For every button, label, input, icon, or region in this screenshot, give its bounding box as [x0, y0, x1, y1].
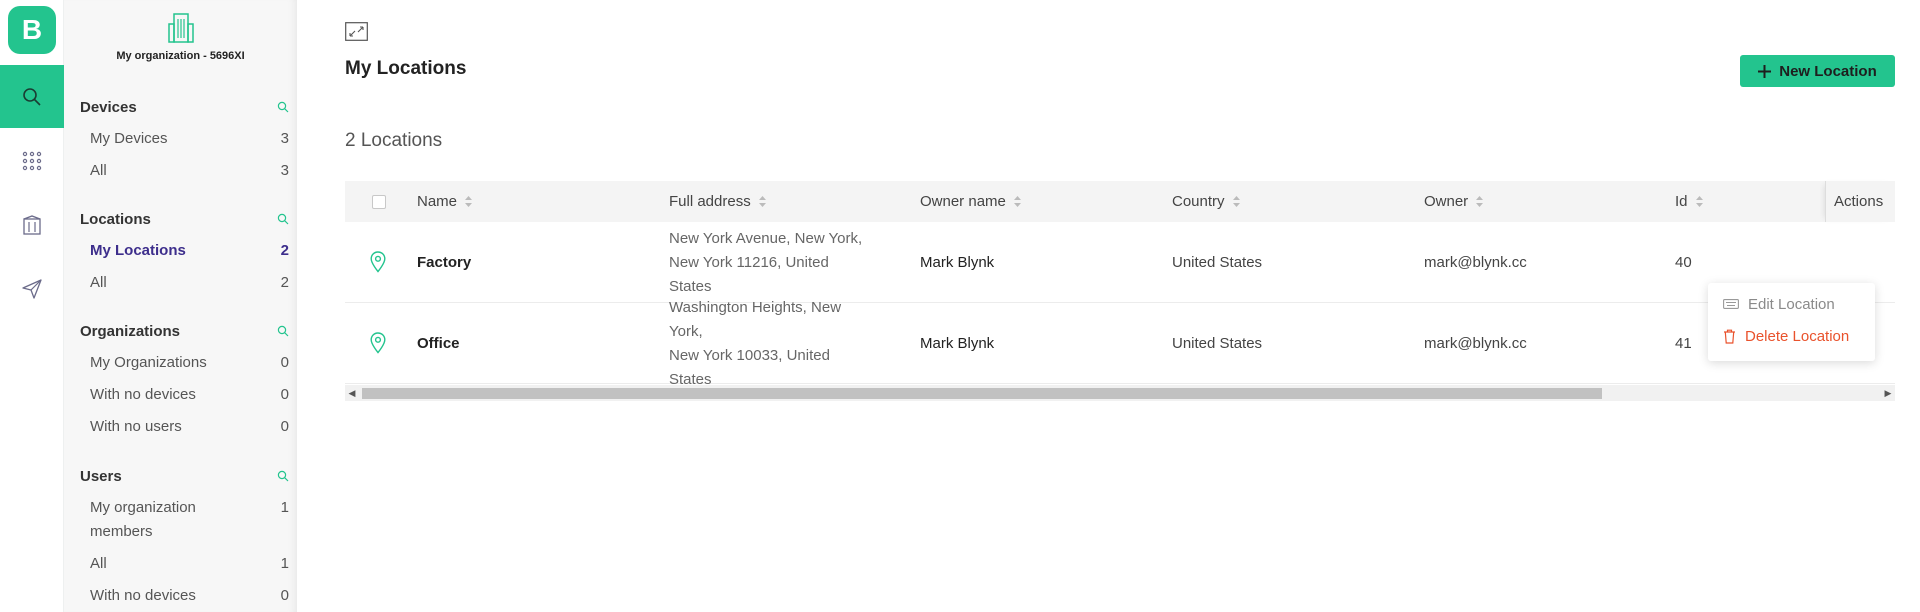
- column-header-full-address[interactable]: Full address: [669, 181, 766, 222]
- owner-name: Mark Blynk: [920, 335, 995, 352]
- scrollbar-thumb[interactable]: [362, 388, 1602, 399]
- expand-icon: [345, 22, 368, 41]
- search-icon[interactable]: [277, 325, 289, 337]
- location-address: Washington Heights, New York, New York 10…: [669, 298, 842, 388]
- select-all-checkbox[interactable]: [372, 195, 386, 209]
- sort-icon: [465, 196, 473, 207]
- rail-apps[interactable]: [0, 129, 64, 192]
- rail-organization[interactable]: [0, 193, 64, 256]
- location-pin-icon: [370, 332, 386, 354]
- owner-email: mark@blynk.cc: [1424, 335, 1527, 352]
- location-id: 41: [1675, 335, 1692, 352]
- apps-grid-icon: [22, 151, 42, 170]
- column-header-id[interactable]: Id: [1675, 181, 1703, 222]
- location-pin-icon: [370, 251, 386, 273]
- organization-building-icon: [167, 13, 194, 43]
- organization-name: My organization - 5696XI: [116, 50, 245, 62]
- column-header-actions: Actions: [1825, 181, 1895, 222]
- sort-icon: [1013, 196, 1021, 207]
- scroll-right-arrow[interactable]: ▶: [1881, 385, 1895, 401]
- country: United States: [1172, 254, 1263, 271]
- delete-location-menu-item[interactable]: Delete Location: [1708, 321, 1875, 351]
- column-header-country[interactable]: Country: [1172, 181, 1240, 222]
- building-icon: [23, 214, 41, 235]
- sidebar-item-orgs-no-devices[interactable]: With no devices 0: [80, 383, 289, 407]
- column-header-owner[interactable]: Owner: [1424, 181, 1484, 222]
- sidebar-item-my-devices[interactable]: My Devices 3: [80, 127, 289, 151]
- section-devices: Devices My Devices 3 All 3: [80, 95, 289, 183]
- rail-search[interactable]: [0, 65, 64, 128]
- new-location-button[interactable]: New Location: [1740, 55, 1895, 87]
- sidebar-item-all-locations[interactable]: All 2: [80, 271, 289, 295]
- blynk-logo[interactable]: B: [8, 6, 56, 54]
- scroll-left-arrow[interactable]: ◀: [345, 385, 359, 401]
- section-organizations: Organizations My Organizations 0 With no …: [80, 319, 289, 439]
- sort-icon: [1695, 196, 1703, 207]
- trash-icon: [1724, 329, 1735, 344]
- owner-email: mark@blynk.cc: [1424, 254, 1527, 271]
- sidebar: My organization - 5696XI Devices My Devi…: [64, 0, 297, 612]
- sidebar-item-all-users[interactable]: All 1: [80, 552, 289, 576]
- section-users: Users My organization members 1 All 1 With…: [80, 464, 289, 608]
- row-actions-menu: Edit Location Delete Location: [1708, 283, 1875, 361]
- section-title: Organizations: [80, 322, 181, 340]
- table-row[interactable]: Factory New York Avenue, New York, New Yo…: [345, 222, 1895, 303]
- rail-messages[interactable]: [0, 257, 64, 320]
- keyboard-icon: [1723, 299, 1739, 309]
- table-header: Name Full address Owner name Country Own…: [345, 181, 1895, 222]
- sort-icon: [1232, 196, 1240, 207]
- locations-table: Name Full address Owner name Country Own…: [345, 181, 1895, 388]
- search-icon[interactable]: [277, 213, 289, 225]
- sidebar-item-orgs-no-users[interactable]: With no users 0: [80, 415, 289, 439]
- country: United States: [1172, 335, 1263, 352]
- sidebar-item-my-organizations[interactable]: My Organizations 0: [80, 351, 289, 375]
- sort-icon: [758, 196, 766, 207]
- send-icon: [22, 278, 42, 299]
- search-icon[interactable]: [277, 470, 289, 482]
- location-name[interactable]: Office: [417, 303, 460, 384]
- icon-rail: B: [0, 0, 64, 612]
- table-row[interactable]: Office Washington Heights, New York, New …: [345, 298, 1895, 388]
- sidebar-item-users-no-devices[interactable]: With no devices 0: [80, 584, 289, 608]
- sort-icon: [1476, 196, 1484, 207]
- page-title: My Locations: [345, 58, 467, 79]
- section-locations: Locations My Locations 2 All 2: [80, 207, 289, 295]
- sidebar-item-org-members[interactable]: My organization members 1: [80, 496, 289, 544]
- horizontal-scrollbar[interactable]: ◀ ▶: [345, 385, 1895, 401]
- edit-location-menu-item[interactable]: Edit Location: [1708, 289, 1875, 319]
- sidebar-item-my-locations[interactable]: My Locations 2: [80, 239, 289, 263]
- column-header-owner-name[interactable]: Owner name: [920, 181, 1021, 222]
- locations-count: 2 Locations: [345, 130, 443, 151]
- search-icon: [23, 87, 41, 106]
- owner-name: Mark Blynk: [920, 254, 995, 271]
- column-header-name[interactable]: Name: [417, 181, 473, 222]
- section-title: Devices: [80, 98, 137, 116]
- section-title: Users: [80, 467, 122, 485]
- expand-button[interactable]: [345, 22, 368, 46]
- plus-icon: [1758, 64, 1772, 78]
- organization-header[interactable]: My organization - 5696XI: [64, 12, 297, 62]
- location-id: 40: [1675, 254, 1692, 271]
- sidebar-item-all-devices[interactable]: All 3: [80, 159, 289, 183]
- search-icon[interactable]: [277, 101, 289, 113]
- app: B My organization - 5696XI Devices My De…: [0, 0, 1920, 612]
- section-title: Locations: [80, 210, 151, 228]
- location-address: New York Avenue, New York, New York 11216…: [669, 229, 863, 295]
- location-name[interactable]: Factory: [417, 222, 471, 303]
